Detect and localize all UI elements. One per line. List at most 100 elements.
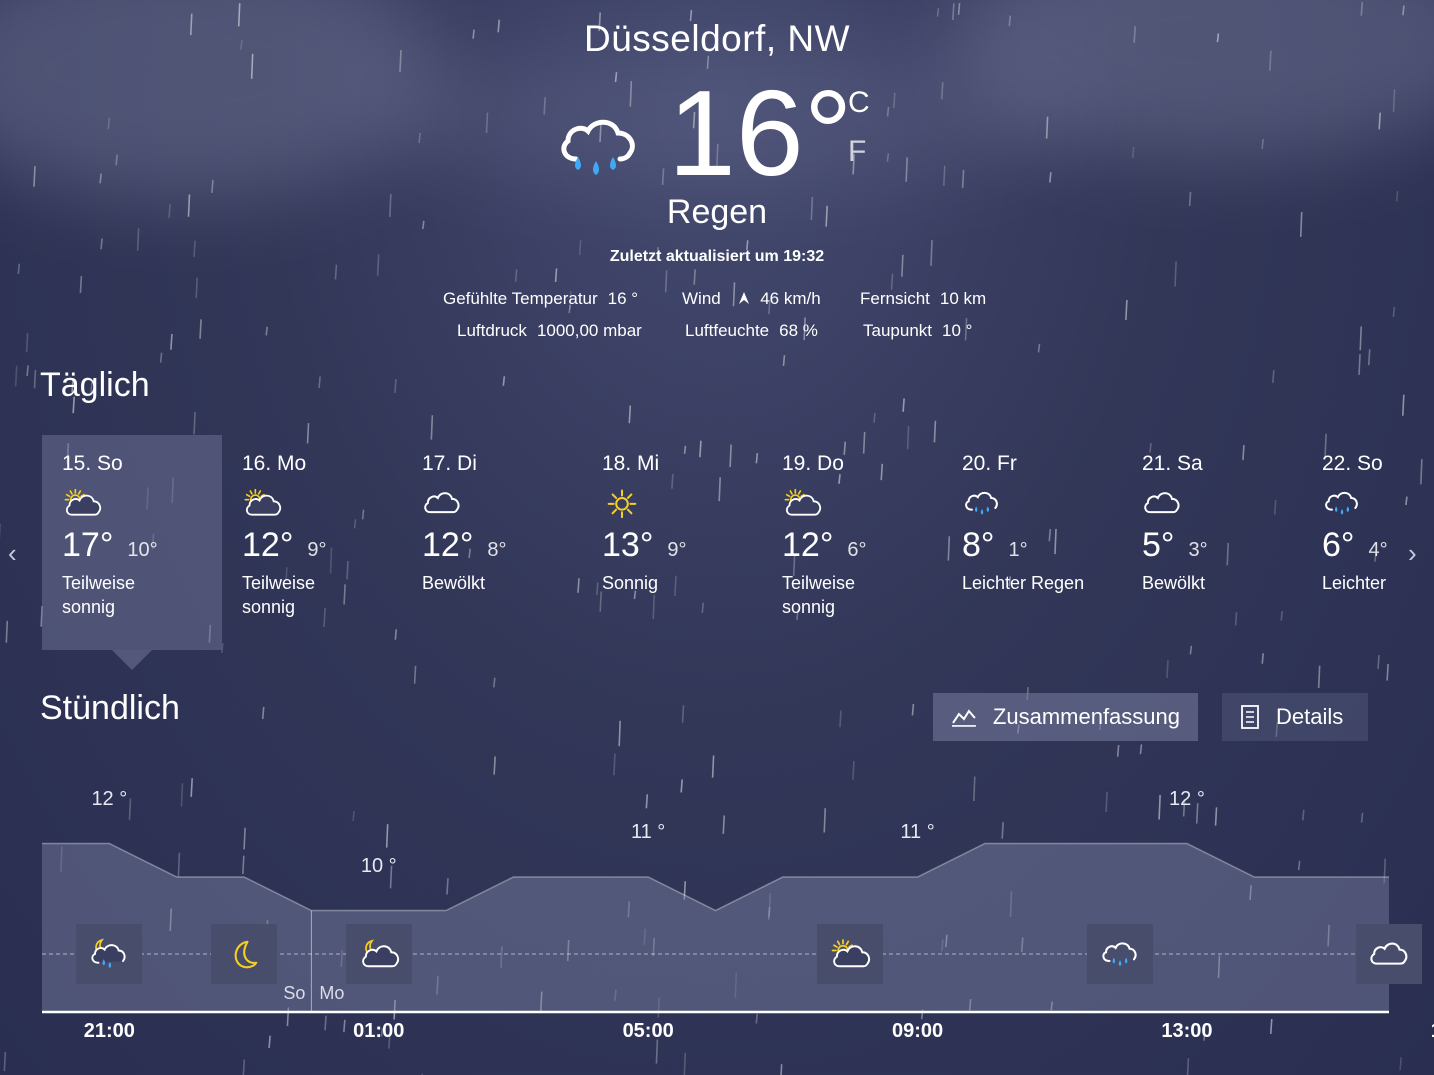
dewpoint-value: 10 ° [942,321,973,340]
document-list-icon [1241,705,1259,729]
visibility-label: Fernsicht [860,289,930,308]
partly-sunny-icon [782,486,822,520]
night-rain-icon [88,936,131,972]
humidity-label: Luftfeuchte [685,321,770,340]
day-card-6[interactable]: 20. Fr 8° 1° Leichter Regen [942,435,1122,650]
unit-fahrenheit[interactable]: F [848,135,866,169]
humidity-value: 68 % [779,321,818,340]
day-condition: Teilweise sonnig [242,573,316,617]
wind-metric: Wind 46 km/h [682,289,821,309]
partly-sunny-icon [242,486,282,520]
daily-section-title: Täglich [40,366,150,404]
day-low-temp: 6° [847,539,867,561]
summary-button[interactable]: Zusammenfassung [933,693,1198,741]
day-condition: Bewölkt [1142,573,1206,593]
hourly-temp-label: 11 ° [900,821,935,843]
visibility-metric: Fernsicht 10 km [860,289,986,309]
hourly-section-title: Stündlich [40,689,180,727]
day-date: 17. Di [422,452,477,475]
day-card-7[interactable]: 21. Sa 5° 3° Bewölkt [1122,435,1302,650]
day-high-temp: 12° [782,526,834,564]
day-date: 19. Do [782,452,844,475]
pressure-metric: Luftdruck 1000,00 mbar [457,321,642,341]
hourly-time-label: 01:00 [353,1020,405,1042]
day-date: 21. Sa [1142,452,1203,475]
day-condition: Teilweise sonnig [62,573,136,617]
day-date: 22. So [1322,452,1383,475]
day-condition: Leichter Regen [962,573,1085,593]
hourly-temp-label: 12 ° [91,787,128,810]
partly-sunny-icon [829,936,872,972]
day-condition: Teilweise sonnig [782,573,856,617]
day-date: 16. Mo [242,452,307,475]
visibility-value: 10 km [939,289,987,308]
feels-like-metric: Gefühlte Temperatur 16 ° [443,289,638,309]
day-high-temp: 13° [602,526,654,564]
partly-sunny-icon [62,486,102,520]
day-high-temp: 12° [242,526,294,564]
day-label-previous: So [283,983,306,1003]
cloud-icon [1368,936,1410,972]
rain-cloud-icon [1322,486,1362,520]
humidity-metric: Luftfeuchte 68 % [685,321,818,341]
current-temperature: 16° [668,65,853,201]
wind-direction-icon [739,292,750,304]
rain-cloud-icon [561,119,635,175]
day-high-temp: 5° [1142,526,1175,564]
temperature-area [42,843,1389,1012]
day-card-1[interactable]: 15. So 17° 10° Teilweise sonnig [42,435,222,670]
hourly-time-label: 21:00 [83,1020,135,1042]
pressure-label: Luftdruck [457,321,527,340]
day-low-temp: 10° [127,539,158,561]
wind-value: 46 km/h [760,289,821,308]
day-condition: Sonnig [602,573,659,593]
day-card-5[interactable]: 19. Do 12° 6° Teilweise sonnig [762,435,942,650]
details-label: Details [1276,704,1344,729]
summary-label: Zusammenfassung [992,704,1180,729]
unit-celsius[interactable]: C [848,86,870,120]
chart-line-icon [951,709,976,727]
wind-label: Wind [682,289,721,308]
hourly-temp-label: 10 ° [360,854,397,877]
day-card-4[interactable]: 18. Mi 13° 9° Sonnig [582,435,762,650]
day-date: 20. Fr [962,452,1017,475]
hourly-temp-label: 11 ° [630,821,666,843]
day-card-2[interactable]: 16. Mo 12° 9° Teilweise sonnig [222,435,402,650]
day-condition: Bewölkt [422,573,486,593]
day-low-temp: 9° [667,539,687,561]
hourly-time-label: 09:00 [891,1020,944,1042]
day-card-3[interactable]: 17. Di 12° 8° Bewölkt [402,435,582,650]
hourly-temp-label: 12 ° [1169,787,1205,810]
cloud-icon [422,486,462,520]
dewpoint-label: Taupunkt [863,321,932,340]
hourly-time-label: 17:00 [1416,1020,1434,1043]
rain-cloud-icon [962,486,1002,520]
rain-cloud-icon [1098,936,1141,972]
current-condition: Regen [666,193,768,231]
day-label-next: Mo [319,983,345,1003]
hourly-time-label: 13:00 [1161,1020,1213,1042]
details-button[interactable]: Details [1222,693,1368,741]
hourly-time-label: 05:00 [622,1020,674,1042]
day-low-temp: 3° [1188,539,1208,561]
day-high-temp: 17° [62,526,114,564]
pressure-value: 1000,00 mbar [536,321,642,340]
day-high-temp: 12° [422,526,474,564]
chevron-right-icon[interactable]: › [1408,538,1417,569]
day-condition: Leichter [1322,573,1387,593]
day-high-temp: 6° [1322,526,1355,564]
day-date: 15. So [62,452,123,475]
day-date: 18. Mi [602,452,660,475]
hourly-temp-label: 11 ° [1426,821,1434,844]
moon-icon [223,936,266,972]
night-cloud-icon [357,936,400,972]
feels-like-label: Gefühlte Temperatur [443,289,598,308]
day-low-temp: 8° [487,539,507,561]
sun-icon [602,486,642,520]
chevron-left-icon[interactable]: ‹ [8,538,17,569]
last-updated: Zuletzt aktualisiert um 19:32 [609,248,825,265]
cloud-icon [1142,486,1182,520]
day-low-temp: 9° [307,539,327,561]
dewpoint-metric: Taupunkt 10 ° [863,321,972,341]
day-high-temp: 8° [962,526,995,564]
